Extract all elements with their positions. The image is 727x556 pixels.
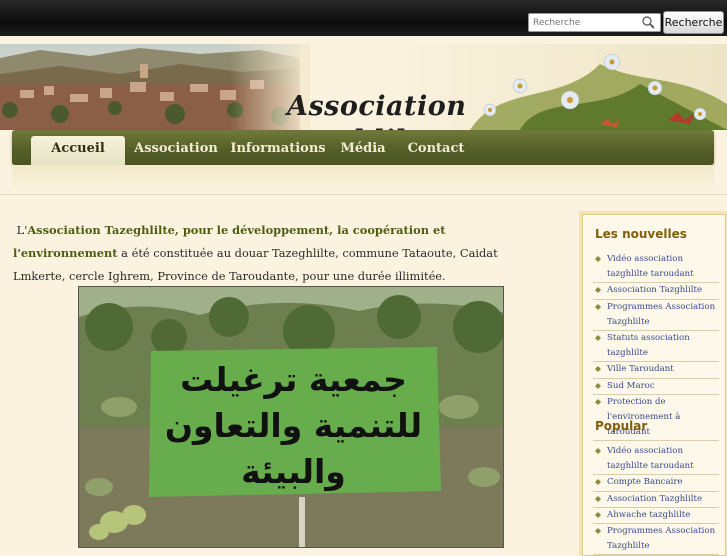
search-button[interactable]: Recherche bbox=[663, 11, 724, 34]
news-list: Vidéo association tazghlilte taroudant As… bbox=[593, 252, 719, 442]
sidebar: Les nouvelles Vidéo association tazghlil… bbox=[582, 214, 726, 556]
bullet-icon bbox=[595, 335, 601, 342]
popular-list: Vidéo association tazghlilte taroudant Co… bbox=[593, 444, 719, 556]
sidebar-link-label: Programmes Association Tazghlilte bbox=[607, 526, 716, 552]
sidebar-link[interactable]: Association Tazghlilte bbox=[593, 283, 719, 300]
sidebar-link[interactable]: Association Tazghlilte bbox=[593, 492, 719, 508]
sidebar-link[interactable]: Sud Maroc bbox=[593, 379, 719, 395]
bullet-icon bbox=[595, 511, 601, 518]
sidebar-link[interactable]: Ahwache tazghlilte bbox=[593, 508, 719, 525]
sidebar-link[interactable]: Ville Taroudant bbox=[593, 362, 719, 379]
site-title[interactable]: Association tazghlilte bbox=[287, 90, 466, 130]
nav-shadow bbox=[12, 165, 714, 193]
sidebar-link[interactable]: Vidéo association tazghlilte taroudant bbox=[593, 252, 719, 284]
intro-prefix: L' bbox=[16, 223, 28, 237]
photo-banner-line2: للتنمية والتعاون والبيئة bbox=[164, 406, 423, 491]
sidebar-link[interactable]: Statuts association tazghlilte bbox=[593, 331, 719, 363]
bullet-icon bbox=[595, 495, 601, 502]
nav-item-informations[interactable]: Informations bbox=[230, 130, 326, 165]
intro-paragraph: L'Association Tazeghlilte, pour le dével… bbox=[13, 219, 536, 288]
nav-item-contact[interactable]: Contact bbox=[402, 130, 470, 165]
sidebar-link[interactable]: Compte Bancaire bbox=[593, 475, 719, 492]
bullet-icon bbox=[595, 479, 601, 486]
bullet-icon bbox=[595, 398, 601, 405]
bullet-icon bbox=[595, 256, 601, 262]
popular-heading: Popular bbox=[595, 419, 648, 433]
association-banner-photo: جمعية ترغيلت للتنمية والتعاون والبيئة bbox=[78, 286, 504, 548]
sidebar-link-label: Programmes Association Tazghlilte bbox=[607, 301, 716, 327]
sidebar-link[interactable]: Programmes Association Tazghlilte bbox=[593, 524, 719, 556]
header-banner: Association tazghlilte bbox=[0, 44, 727, 130]
bullet-icon bbox=[595, 366, 601, 373]
sidebar-link-label: Statuts association tazghlilte bbox=[607, 333, 690, 359]
sidebar-link-label: Ahwache tazghlilte bbox=[607, 509, 691, 520]
header-divider bbox=[0, 194, 727, 195]
sidebar-link-label: Ville Taroudant bbox=[607, 364, 674, 375]
sidebar-link-label: Vidéo association tazghlilte taroudant bbox=[607, 254, 694, 280]
search-icon[interactable] bbox=[641, 15, 657, 30]
nav-item-media[interactable]: Média bbox=[338, 130, 388, 165]
sidebar-link-label: Association Tazghlilte bbox=[607, 285, 703, 296]
bullet-icon bbox=[595, 528, 601, 535]
nav-item-accueil[interactable]: Accueil bbox=[31, 136, 125, 165]
bullet-icon bbox=[595, 287, 601, 294]
news-heading: Les nouvelles bbox=[595, 227, 687, 241]
site-title-line1: Association bbox=[287, 91, 467, 122]
bullet-icon bbox=[595, 382, 601, 389]
photo-banner-text: جمعية ترغيلت للتنمية والتعاون والبيئة bbox=[151, 357, 436, 495]
photo-banner-line1: جمعية ترغيلت bbox=[180, 360, 407, 399]
main-nav: Accueil Association Informations Média C… bbox=[12, 130, 714, 165]
sidebar-link[interactable]: Vidéo association tazghlilte taroudant bbox=[593, 444, 719, 476]
sidebar-link-label: Vidéo association tazghlilte taroudant bbox=[607, 446, 694, 472]
bullet-icon bbox=[595, 303, 601, 310]
sidebar-link-label: Sud Maroc bbox=[607, 380, 655, 391]
nav-item-association[interactable]: Association bbox=[130, 130, 222, 165]
sidebar-link-label: Compte Bancaire bbox=[607, 477, 683, 488]
sidebar-link[interactable]: Programmes Association Tazghlilte bbox=[593, 300, 719, 332]
sidebar-link-label: Association Tazghlilte bbox=[607, 493, 703, 504]
bullet-icon bbox=[595, 448, 601, 454]
